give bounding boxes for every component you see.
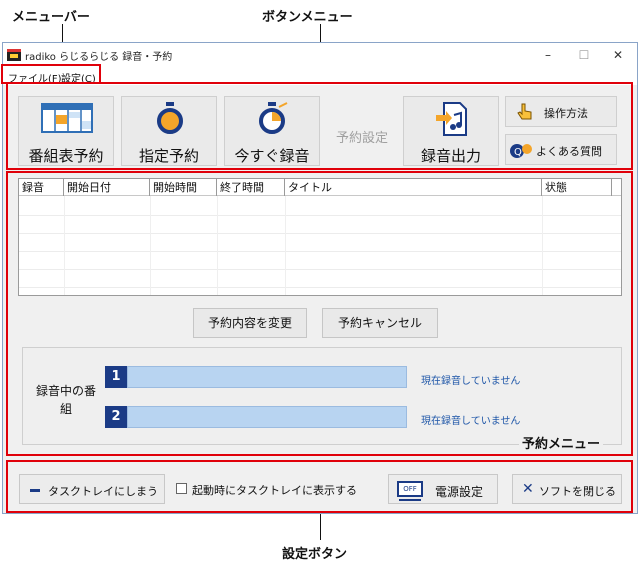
- recording-slot-1-status: 現在録音していません: [421, 376, 521, 387]
- power-settings-button[interactable]: OFF 電源設定: [388, 474, 498, 504]
- program-guide-reserve-button[interactable]: 番組表予約: [18, 96, 114, 166]
- recording-slot-2-bar: [127, 406, 407, 428]
- table-row-line: [19, 215, 621, 216]
- reserve-settings-button[interactable]: 予約設定: [327, 96, 397, 166]
- cancel-reservation-button[interactable]: 予約キャンセル: [322, 308, 438, 338]
- settings-buttons-callout: 設定ボタン: [282, 547, 348, 562]
- faq-speech-bubble-icon: Q: [510, 144, 532, 158]
- pointing-hand-icon: [517, 103, 532, 120]
- recording-slot-1-number: 1: [105, 366, 127, 388]
- minimize-dash-icon: [30, 489, 40, 492]
- quick-record-stopwatch-icon: [259, 102, 288, 134]
- specified-reserve-label: 指定予約: [138, 147, 199, 165]
- timetable-icon: [41, 103, 93, 133]
- table-column-line: [150, 196, 151, 295]
- faq-button[interactable]: Q よくある質問: [505, 134, 617, 165]
- program-guide-reserve-label: 番組表予約: [28, 147, 104, 165]
- reservation-table-header: 録音 開始日付 開始時間 終了時間 タイトル 状態: [19, 179, 621, 196]
- recording-status-group: 録音中の番組 1 現在録音していません 2 現在録音していません: [22, 347, 622, 445]
- column-header-title[interactable]: タイトル: [285, 179, 542, 196]
- how-to-use-label: 操作方法: [544, 107, 588, 120]
- menu-bar-highlight: [1, 64, 101, 84]
- column-header-status[interactable]: 状態: [542, 179, 612, 196]
- reservation-table[interactable]: 録音 開始日付 開始時間 終了時間 タイトル 状態: [18, 178, 622, 296]
- table-row-line: [19, 233, 621, 234]
- faq-label: よくある質問: [536, 145, 602, 158]
- table-column-line: [217, 196, 218, 295]
- table-row-line: [19, 269, 621, 270]
- power-settings-label: 電源設定: [435, 485, 484, 499]
- close-software-button[interactable]: ✕ ソフトを閉じる: [512, 474, 622, 504]
- app-icon: [7, 49, 21, 61]
- minimize-to-tray-button[interactable]: タスクトレイにしまう: [19, 474, 165, 504]
- change-reservation-button[interactable]: 予約内容を変更: [193, 308, 307, 338]
- table-column-line: [542, 196, 543, 295]
- close-software-label: ソフトを閉じる: [539, 485, 616, 498]
- reserve-settings-label: 予約設定: [335, 131, 388, 146]
- column-header-record[interactable]: 録音: [19, 179, 64, 196]
- recording-slot-2-number: 2: [105, 406, 127, 428]
- recording-slot-1-bar: [127, 366, 407, 388]
- column-header-start-time[interactable]: 開始時間: [150, 179, 217, 196]
- recording-programs-label: 録音中の番組: [35, 384, 96, 416]
- recording-slot-2-status: 現在録音していません: [421, 416, 521, 427]
- stopwatch-icon: [157, 102, 183, 134]
- minimize-to-tray-label: タスクトレイにしまう: [48, 485, 158, 498]
- show-tray-on-start-checkbox[interactable]: [176, 483, 187, 494]
- power-off-icon: OFF: [397, 481, 423, 497]
- table-column-line: [64, 196, 65, 295]
- button-menu-callout: ボタンメニュー: [262, 10, 353, 25]
- column-header-start-date[interactable]: 開始日付: [64, 179, 150, 196]
- table-column-line: [285, 196, 286, 295]
- specified-reserve-button[interactable]: 指定予約: [121, 96, 217, 166]
- record-now-label: 今すぐ録音: [234, 147, 310, 165]
- minimize-button[interactable]: –: [533, 46, 563, 64]
- window-title: radiko らじるらじる 録音・予約: [25, 52, 173, 63]
- close-window-button[interactable]: ✕: [603, 46, 633, 64]
- record-output-label: 録音出力: [420, 147, 481, 165]
- record-now-button[interactable]: 今すぐ録音: [224, 96, 320, 166]
- maximize-button[interactable]: ☐: [569, 46, 599, 64]
- show-tray-on-start-label: 起動時にタスクトレイに表示する: [192, 484, 357, 497]
- record-output-button[interactable]: 録音出力: [403, 96, 499, 166]
- table-row-line: [19, 251, 621, 252]
- table-row-line: [19, 287, 621, 288]
- settings-buttons-leader-line: [320, 512, 321, 540]
- column-header-end-time[interactable]: 終了時間: [217, 179, 285, 196]
- music-file-export-icon: [436, 102, 467, 136]
- reserve-menu-callout: 予約メニュー: [519, 433, 604, 452]
- power-icon-base: [399, 499, 421, 501]
- menu-bar-callout: メニューバー: [12, 10, 90, 25]
- close-x-icon: ✕: [522, 481, 534, 497]
- svg-text:Q: Q: [514, 147, 522, 158]
- how-to-use-button[interactable]: 操作方法: [505, 96, 617, 127]
